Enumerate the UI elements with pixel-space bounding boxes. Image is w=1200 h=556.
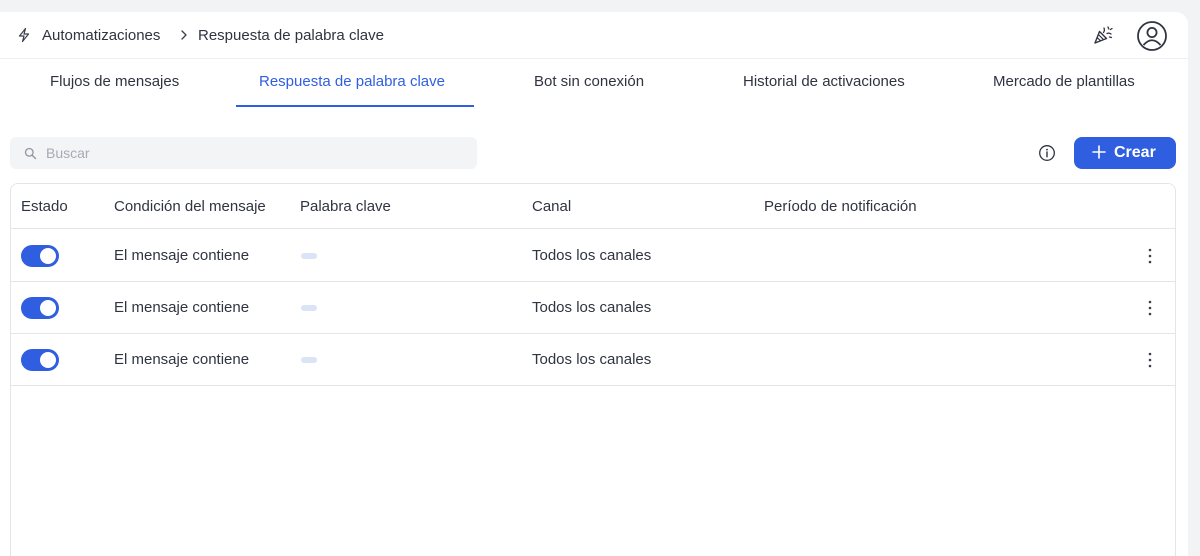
more-vertical-icon[interactable] <box>1144 246 1156 266</box>
plus-icon <box>1092 145 1106 159</box>
keyword-pill <box>301 253 317 259</box>
tab-respuesta-de-palabra-clave[interactable]: Respuesta de palabra clave <box>259 73 445 90</box>
search-icon <box>24 147 37 160</box>
toggle-knob <box>40 300 56 316</box>
column-header-canal: Canal <box>532 198 572 215</box>
tab-flujos-de-mensajes[interactable]: Flujos de mensajes <box>50 73 179 90</box>
more-vertical-icon[interactable] <box>1144 298 1156 318</box>
keyword-pill <box>301 305 317 311</box>
channel-cell: Todos los canales <box>532 299 652 316</box>
app-window: Automatizaciones Respuesta de palabra cl… <box>0 12 1188 556</box>
info-icon[interactable] <box>1038 144 1056 162</box>
keyword-pill <box>301 357 317 363</box>
channel-cell: Todos los canales <box>532 351 652 368</box>
column-header-condicion: Condición del mensaje <box>114 198 266 215</box>
bolt-icon <box>18 27 30 43</box>
condition-cell: El mensaje contiene <box>114 299 250 316</box>
user-avatar-icon[interactable] <box>1136 20 1168 52</box>
column-header-palabra-clave: Palabra clave <box>300 198 391 215</box>
chevron-right-icon <box>181 30 187 40</box>
tab-bot-sin-conexion[interactable]: Bot sin conexión <box>534 73 644 90</box>
create-button-label: Crear <box>1114 144 1156 161</box>
toggle-knob <box>40 248 56 264</box>
breadcrumb-current: Respuesta de palabra clave <box>198 27 384 44</box>
toggle-knob <box>40 352 56 368</box>
column-header-periodo: Período de notificación <box>764 198 917 215</box>
create-button[interactable]: Crear <box>1074 137 1176 169</box>
tab-mercado-de-plantillas[interactable]: Mercado de plantillas <box>993 73 1135 90</box>
more-vertical-icon[interactable] <box>1144 350 1156 370</box>
table-row: El mensaje contiene Todos los canales <box>11 282 1175 334</box>
search-input[interactable] <box>46 141 466 165</box>
tab-historial-de-activaciones[interactable]: Historial de activaciones <box>743 73 905 90</box>
top-bar: Automatizaciones Respuesta de palabra cl… <box>0 12 1188 59</box>
status-toggle[interactable] <box>21 245 59 267</box>
tab-bar: Flujos de mensajes Respuesta de palabra … <box>0 60 1188 110</box>
channel-cell: Todos los canales <box>532 247 652 264</box>
table-header: Estado Condición del mensaje Palabra cla… <box>11 184 1175 229</box>
table-row: El mensaje contiene Todos los canales <box>11 334 1175 386</box>
party-popper-icon[interactable] <box>1092 24 1114 46</box>
column-header-estado: Estado <box>21 198 68 215</box>
condition-cell: El mensaje contiene <box>114 247 250 264</box>
status-toggle[interactable] <box>21 297 59 319</box>
breadcrumb-root-link[interactable]: Automatizaciones <box>42 27 160 44</box>
keyword-rules-table: Estado Condición del mensaje Palabra cla… <box>10 183 1176 556</box>
table-row: El mensaje contiene Todos los canales <box>11 230 1175 282</box>
condition-cell: El mensaje contiene <box>114 351 250 368</box>
active-tab-indicator <box>236 105 474 107</box>
status-toggle[interactable] <box>21 349 59 371</box>
